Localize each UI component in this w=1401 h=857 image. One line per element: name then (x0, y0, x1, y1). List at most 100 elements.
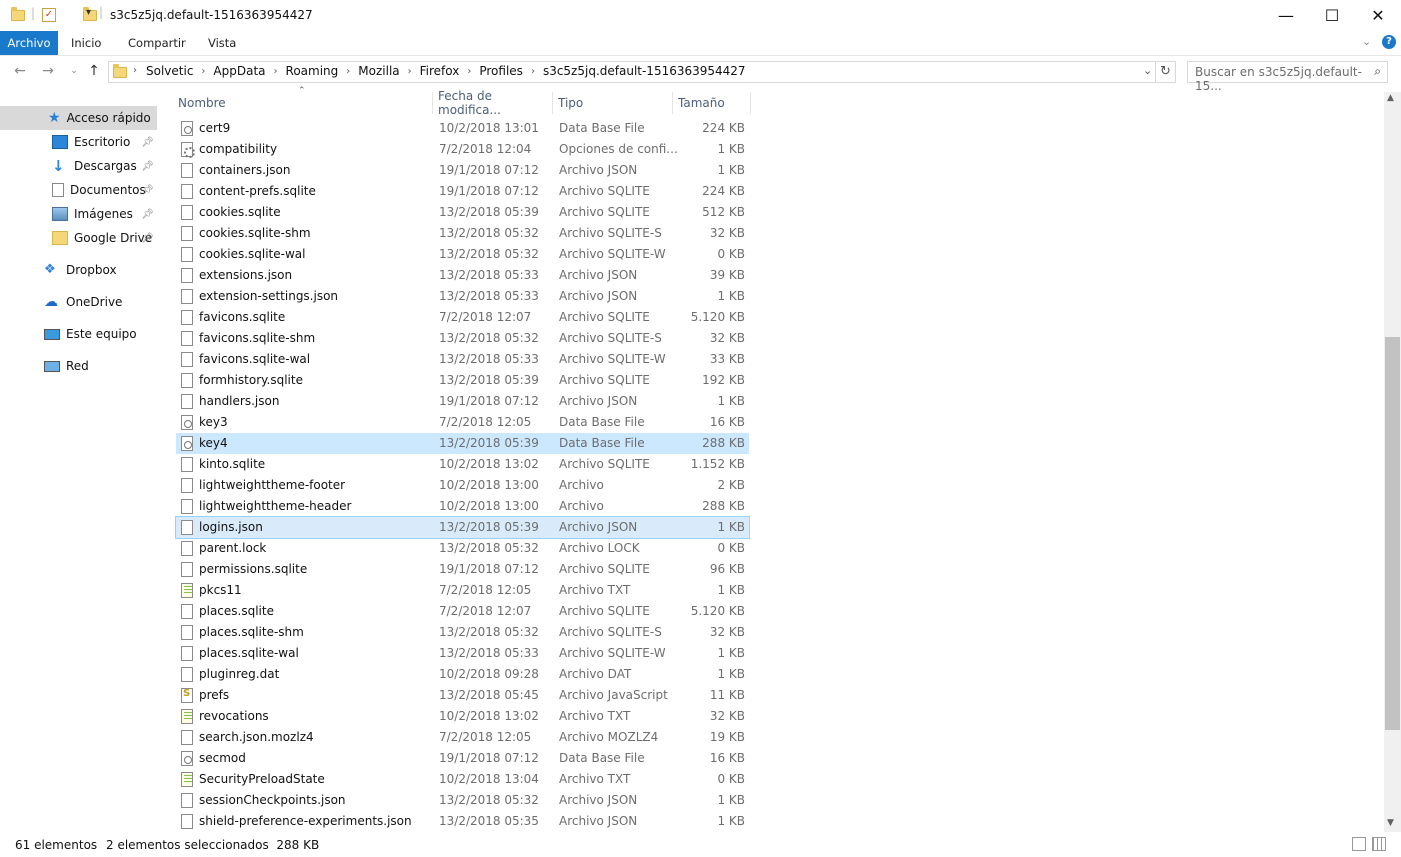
table-row[interactable]: pluginreg.dat 10/2/2018 09:28 Archivo DAT 1… (176, 664, 749, 685)
table-row[interactable]: cert9 10/2/2018 13:01 Data Base File 224 KB (176, 118, 749, 139)
file-size: 1 KB (717, 793, 745, 807)
table-row[interactable]: extension-settings.json 13/2/2018 05:33 Ar… (176, 286, 749, 307)
forward-icon[interactable]: → (38, 63, 58, 81)
chevron-right-icon[interactable]: › (408, 66, 412, 77)
sidebar-item-onedrive[interactable]: ☁ OneDrive (0, 290, 157, 314)
up-icon[interactable]: ↑ (84, 63, 104, 81)
table-row[interactable]: lightweighttheme-header 10/2/2018 13:00 Ar… (176, 496, 749, 517)
table-row[interactable]: search.json.mozlz4 7/2/2018 12:05 Archivo … (176, 727, 749, 748)
documents-icon (52, 183, 64, 197)
table-row[interactable]: revocations 10/2/2018 13:02 Archivo TXT 32 … (176, 706, 749, 727)
search-input[interactable]: Buscar en s3c5z5jq.default-15... ⌕ (1187, 61, 1388, 93)
chevron-right-icon[interactable]: › (133, 65, 137, 76)
tab-inicio[interactable]: Inicio (71, 36, 101, 50)
file-name: containers.json (199, 163, 291, 177)
table-row[interactable]: content-prefs.sqlite 19/1/2018 07:12 Archi… (176, 181, 749, 202)
table-row[interactable]: cookies.sqlite-shm 13/2/2018 05:32 Archivo… (176, 223, 749, 244)
back-icon[interactable]: ← (10, 63, 30, 81)
table-row[interactable]: permissions.sqlite 19/1/2018 07:12 Archivo… (176, 559, 749, 580)
minimize-button[interactable]: — (1263, 0, 1309, 31)
table-row[interactable]: compatibility 7/2/2018 12:04 Opciones de c… (176, 139, 749, 160)
crumb-profile-folder[interactable]: s3c5z5jq.default-1516363954427 (543, 64, 746, 78)
close-button[interactable]: ✕ (1355, 0, 1401, 31)
table-row[interactable]: shield-preference-experiments.json 13/2/2… (176, 811, 749, 832)
pin-icon[interactable]: 📌︎ (141, 137, 154, 148)
pin-icon[interactable]: 📌︎ (141, 161, 154, 172)
file-date: 19/1/2018 07:12 (439, 751, 539, 765)
table-row[interactable]: favicons.sqlite-shm 13/2/2018 05:32 Archiv… (176, 328, 749, 349)
large-icons-view-icon[interactable] (1372, 837, 1386, 851)
table-row[interactable]: favicons.sqlite 7/2/2018 12:07 Archivo SQL… (176, 307, 749, 328)
expand-ribbon-icon[interactable]: ⌄ (1362, 35, 1371, 48)
table-row[interactable]: containers.json 19/1/2018 07:12 Archivo JS… (176, 160, 749, 181)
chevron-right-icon[interactable]: › (201, 66, 205, 77)
crumb-appdata[interactable]: AppData (213, 64, 265, 78)
table-row[interactable]: cookies.sqlite-wal 13/2/2018 05:32 Archivo… (176, 244, 749, 265)
refresh-icon[interactable]: ↻ (1156, 61, 1176, 83)
chevron-right-icon[interactable]: › (346, 66, 350, 77)
file-icon (181, 373, 193, 388)
column-nombre[interactable]: Nombre (175, 92, 433, 114)
table-row[interactable]: parent.lock 13/2/2018 05:32 Archivo LOCK 0 … (176, 538, 749, 559)
address-dropdown-icon[interactable]: ⌄ (1143, 64, 1152, 77)
tab-archivo[interactable]: Archivo (0, 31, 58, 55)
table-row[interactable]: key3 7/2/2018 12:05 Data Base File 16 KB (176, 412, 749, 433)
file-date: 7/2/2018 12:07 (439, 310, 532, 324)
search-icon[interactable]: ⌕ (1374, 64, 1381, 79)
properties-icon[interactable]: ✓ (42, 8, 56, 22)
table-row[interactable]: pkcs11 7/2/2018 12:05 Archivo TXT 1 KB (176, 580, 749, 601)
table-row[interactable]: places.sqlite-shm 13/2/2018 05:32 Archivo … (176, 622, 749, 643)
table-row[interactable]: places.sqlite 7/2/2018 12:07 Archivo SQLIT… (176, 601, 749, 622)
scroll-up-icon[interactable]: ▲ (1387, 93, 1394, 103)
sidebar-item-dropbox[interactable]: ❖ Dropbox (0, 258, 157, 282)
chevron-right-icon[interactable]: › (531, 66, 535, 77)
file-size: 288 KB (702, 436, 745, 450)
customize-toolbar-icon[interactable]: ▾ (86, 7, 91, 18)
table-row[interactable]: extensions.json 13/2/2018 05:33 Archivo JS… (176, 265, 749, 286)
scroll-down-icon[interactable]: ▼ (1387, 818, 1394, 828)
scrollbar-thumb[interactable] (1385, 337, 1400, 730)
sidebar-item-google-drive[interactable]: Google Drive 📌︎ (0, 226, 157, 250)
table-row[interactable]: secmod 19/1/2018 07:12 Data Base File 16 KB (176, 748, 749, 769)
recent-locations-icon[interactable]: ⌄ (64, 66, 84, 84)
chevron-right-icon[interactable]: › (467, 66, 471, 77)
maximize-button[interactable]: ☐ (1309, 0, 1355, 31)
table-row[interactable]: cookies.sqlite 13/2/2018 05:39 Archivo SQL… (176, 202, 749, 223)
column-tamano[interactable]: Tamaño (675, 92, 751, 114)
chevron-right-icon[interactable]: › (274, 66, 278, 77)
crumb-roaming[interactable]: Roaming (286, 64, 339, 78)
tab-compartir[interactable]: Compartir (128, 36, 186, 50)
pin-icon[interactable]: 📌︎ (141, 209, 154, 220)
table-row[interactable]: favicons.sqlite-wal 13/2/2018 05:33 Archiv… (176, 349, 749, 370)
help-icon[interactable]: ? (1382, 35, 1396, 49)
table-row[interactable]: logins.json 13/2/2018 05:39 Archivo JSON 1 … (175, 516, 750, 539)
sidebar-item-descargas[interactable]: ↓ Descargas 📌︎ (0, 154, 157, 178)
details-view-icon[interactable] (1352, 837, 1366, 851)
crumb-firefox[interactable]: Firefox (420, 64, 460, 78)
table-row[interactable]: key4 13/2/2018 05:39 Data Base File 288 KB (176, 433, 749, 454)
table-row[interactable]: lightweighttheme-footer 10/2/2018 13:00 Ar… (176, 475, 749, 496)
table-row[interactable]: sessionCheckpoints.json 13/2/2018 05:32 Ar… (176, 790, 749, 811)
column-tipo[interactable]: Tipo (555, 92, 673, 114)
sidebar-item-este-equipo[interactable]: Este equipo (0, 322, 157, 346)
file-size: 1 KB (717, 289, 745, 303)
crumb-profiles[interactable]: Profiles (479, 64, 523, 78)
file-name: content-prefs.sqlite (199, 184, 316, 198)
crumb-mozilla[interactable]: Mozilla (358, 64, 399, 78)
pin-icon[interactable]: 📌︎ (141, 233, 154, 244)
table-row[interactable]: formhistory.sqlite 13/2/2018 05:39 Archivo… (176, 370, 749, 391)
table-row[interactable]: SecurityPreloadState 10/2/2018 13:04 Archi… (176, 769, 749, 790)
sidebar-item-acceso-rapido[interactable]: ★ Acceso rápido (0, 106, 157, 130)
pin-icon[interactable]: 📌︎ (141, 185, 154, 196)
sidebar-item-imagenes[interactable]: Imágenes 📌︎ (0, 202, 157, 226)
tab-vista[interactable]: Vista (208, 36, 236, 50)
table-row[interactable]: places.sqlite-wal 13/2/2018 05:33 Archivo … (176, 643, 749, 664)
table-row[interactable]: handlers.json 19/1/2018 07:12 Archivo JSON… (176, 391, 749, 412)
sidebar-item-documentos[interactable]: Documentos 📌︎ (0, 178, 157, 202)
table-row[interactable]: prefs 13/2/2018 05:45 Archivo JavaScript 11… (176, 685, 749, 706)
sidebar-item-escritorio[interactable]: Escritorio 📌︎ (0, 130, 157, 154)
column-fecha[interactable]: Fecha de modifica... (435, 89, 553, 117)
sidebar-item-red[interactable]: Red (0, 354, 157, 378)
crumb-solvetic[interactable]: Solvetic (146, 64, 193, 78)
table-row[interactable]: kinto.sqlite 10/2/2018 13:02 Archivo SQLIT… (176, 454, 749, 475)
